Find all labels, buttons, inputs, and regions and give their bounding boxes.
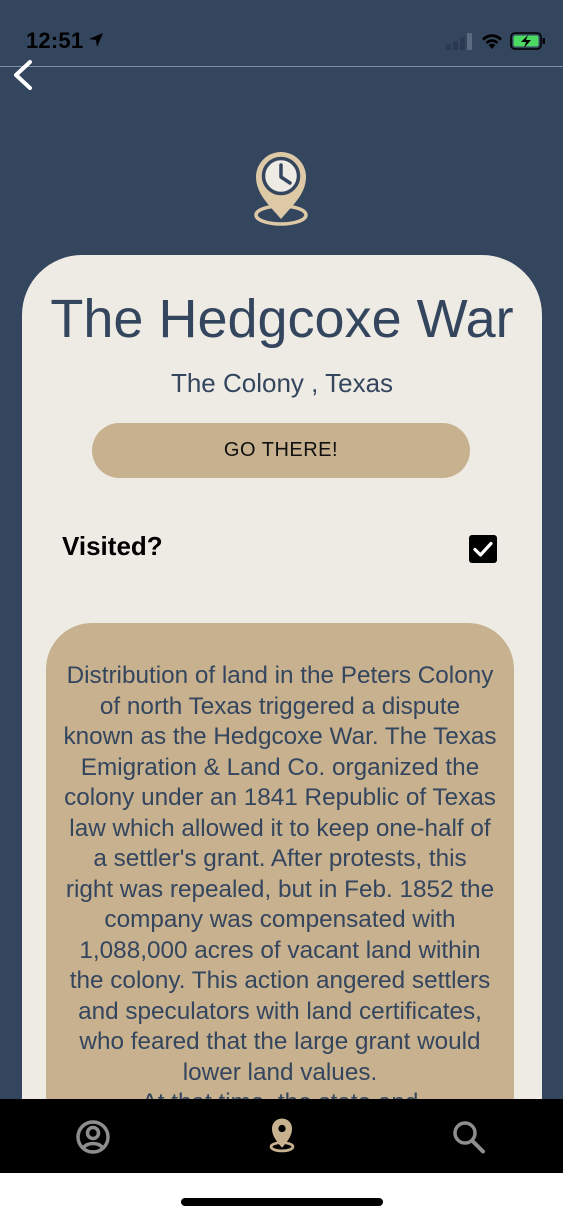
place-location: The Colony , Texas bbox=[170, 368, 394, 398]
status-bar: 12:51 bbox=[0, 0, 563, 66]
wifi-icon bbox=[482, 34, 502, 49]
location-arrow-icon bbox=[89, 33, 103, 47]
search-icon[interactable] bbox=[449, 1116, 489, 1158]
description-text: Distribution of land in the Peters Colon… bbox=[63, 662, 497, 1116]
back-chevron-icon[interactable] bbox=[8, 56, 42, 94]
home-indicator[interactable] bbox=[181, 1198, 383, 1206]
home-indicator-area bbox=[0, 1173, 563, 1218]
tab-bar bbox=[0, 1099, 563, 1173]
place-title: The Hedgcoxe War bbox=[50, 289, 514, 349]
profile-icon[interactable] bbox=[73, 1116, 113, 1158]
status-time: 12:51 bbox=[26, 28, 84, 53]
place-detail-card: The Hedgcoxe War The Colony , Texas GO T… bbox=[22, 255, 542, 1183]
cellular-signal-icon bbox=[446, 33, 472, 50]
header-divider bbox=[0, 66, 563, 67]
map-pin-icon[interactable] bbox=[262, 1113, 302, 1155]
clock-location-marker-icon bbox=[254, 152, 308, 226]
go-there-button[interactable]: GO THERE! bbox=[92, 423, 470, 478]
visited-checkbox[interactable] bbox=[469, 535, 497, 563]
battery-charging-icon bbox=[510, 32, 545, 50]
visited-label: Visited? bbox=[62, 531, 163, 561]
